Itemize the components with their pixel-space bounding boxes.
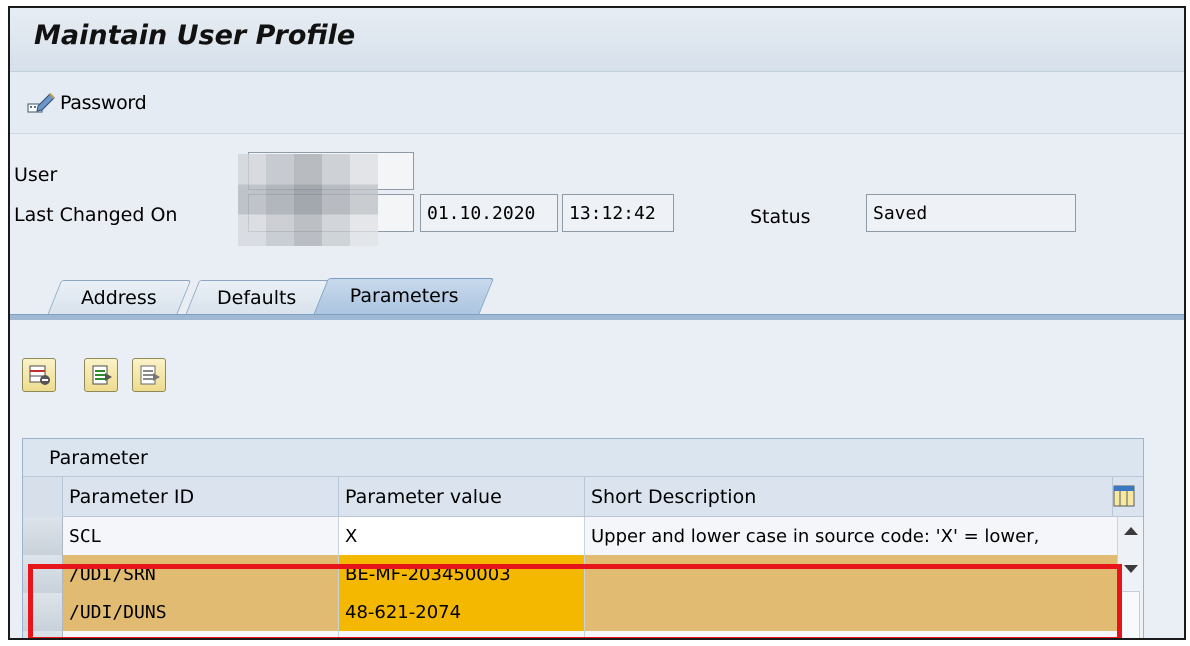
insert-row-icon bbox=[92, 365, 112, 385]
append-row-button[interactable] bbox=[132, 358, 166, 392]
select-all-cell[interactable] bbox=[23, 477, 63, 517]
scroll-thumb[interactable] bbox=[1120, 591, 1140, 638]
parameter-id-cell[interactable]: SCL bbox=[63, 517, 339, 555]
parameter-value-cell[interactable] bbox=[339, 631, 585, 638]
short-description-cell bbox=[585, 593, 1119, 631]
table-row[interactable]: /UDI/DUNS 48-621-2074 bbox=[23, 593, 1119, 631]
parameter-id-cell[interactable] bbox=[63, 631, 339, 638]
row-selector[interactable] bbox=[23, 517, 63, 555]
insert-row-button[interactable] bbox=[84, 358, 118, 392]
page-title: Maintain User Profile bbox=[34, 20, 356, 51]
table-row[interactable]: /UDI/SRN BE-MF-203450003 bbox=[23, 555, 1119, 593]
parameter-id-cell[interactable]: /UDI/DUNS bbox=[63, 593, 339, 631]
parameter-id-cell[interactable]: /UDI/SRN bbox=[63, 555, 339, 593]
column-header-parameter-value[interactable]: Parameter value bbox=[339, 477, 585, 517]
column-header-parameter-id[interactable]: Parameter ID bbox=[63, 477, 339, 517]
table-header: Parameter ID Parameter value Short Descr… bbox=[23, 477, 1143, 517]
scroll-down-icon[interactable] bbox=[1124, 565, 1138, 573]
tab-defaults-label: Defaults bbox=[217, 287, 297, 309]
tab-address[interactable]: Address bbox=[46, 280, 192, 316]
parameters-panel: Parameter Parameter ID Parameter value S… bbox=[10, 320, 1184, 638]
last-changed-date-field[interactable]: 01.10.2020 bbox=[420, 194, 558, 232]
column-header-short-description[interactable]: Short Description bbox=[585, 477, 1113, 517]
parameter-value-cell[interactable]: X bbox=[339, 517, 585, 555]
title-bar: Maintain User Profile bbox=[10, 8, 1184, 72]
short-description-cell: Upper and lower case in source code: 'X'… bbox=[585, 517, 1119, 555]
row-selector[interactable] bbox=[23, 593, 63, 631]
tab-parameters-label: Parameters bbox=[349, 285, 459, 307]
table-title: Parameter bbox=[23, 439, 1143, 477]
short-description-cell bbox=[585, 555, 1119, 593]
redacted-area bbox=[238, 154, 378, 246]
password-label: Password bbox=[60, 92, 147, 114]
parameter-value-cell[interactable]: 48-621-2074 bbox=[339, 593, 585, 631]
edit-password-icon bbox=[27, 93, 55, 113]
delete-row-button[interactable] bbox=[22, 358, 56, 392]
last-changed-time-field[interactable]: 13:12:42 bbox=[562, 194, 674, 232]
tab-parameters[interactable]: Parameters bbox=[311, 278, 495, 318]
parameter-value-cell[interactable]: BE-MF-203450003 bbox=[339, 555, 585, 593]
tab-address-label: Address bbox=[81, 287, 157, 309]
application-toolbar: Password bbox=[10, 72, 1184, 134]
last-changed-label: Last Changed On bbox=[14, 204, 178, 226]
table-row[interactable]: SCL X Upper and lower case in source cod… bbox=[23, 517, 1119, 555]
column-settings-icon[interactable] bbox=[1113, 485, 1135, 507]
vertical-scrollbar[interactable] bbox=[1117, 517, 1143, 638]
row-selector[interactable] bbox=[23, 631, 63, 638]
status-label: Status bbox=[750, 206, 811, 228]
parameter-table: Parameter Parameter ID Parameter value S… bbox=[22, 438, 1144, 638]
tab-defaults[interactable]: Defaults bbox=[184, 280, 330, 316]
scroll-up-icon[interactable] bbox=[1124, 527, 1138, 535]
table-row-empty[interactable] bbox=[23, 631, 1119, 638]
short-description-cell bbox=[585, 631, 1119, 638]
status-field[interactable]: Saved bbox=[866, 194, 1076, 232]
delete-row-icon bbox=[29, 365, 50, 385]
row-selector[interactable] bbox=[23, 555, 63, 593]
sap-window: Maintain User Profile Password User Last… bbox=[8, 6, 1186, 640]
user-label: User bbox=[14, 164, 58, 186]
password-button[interactable]: Password bbox=[26, 92, 147, 114]
append-row-icon bbox=[140, 365, 160, 385]
